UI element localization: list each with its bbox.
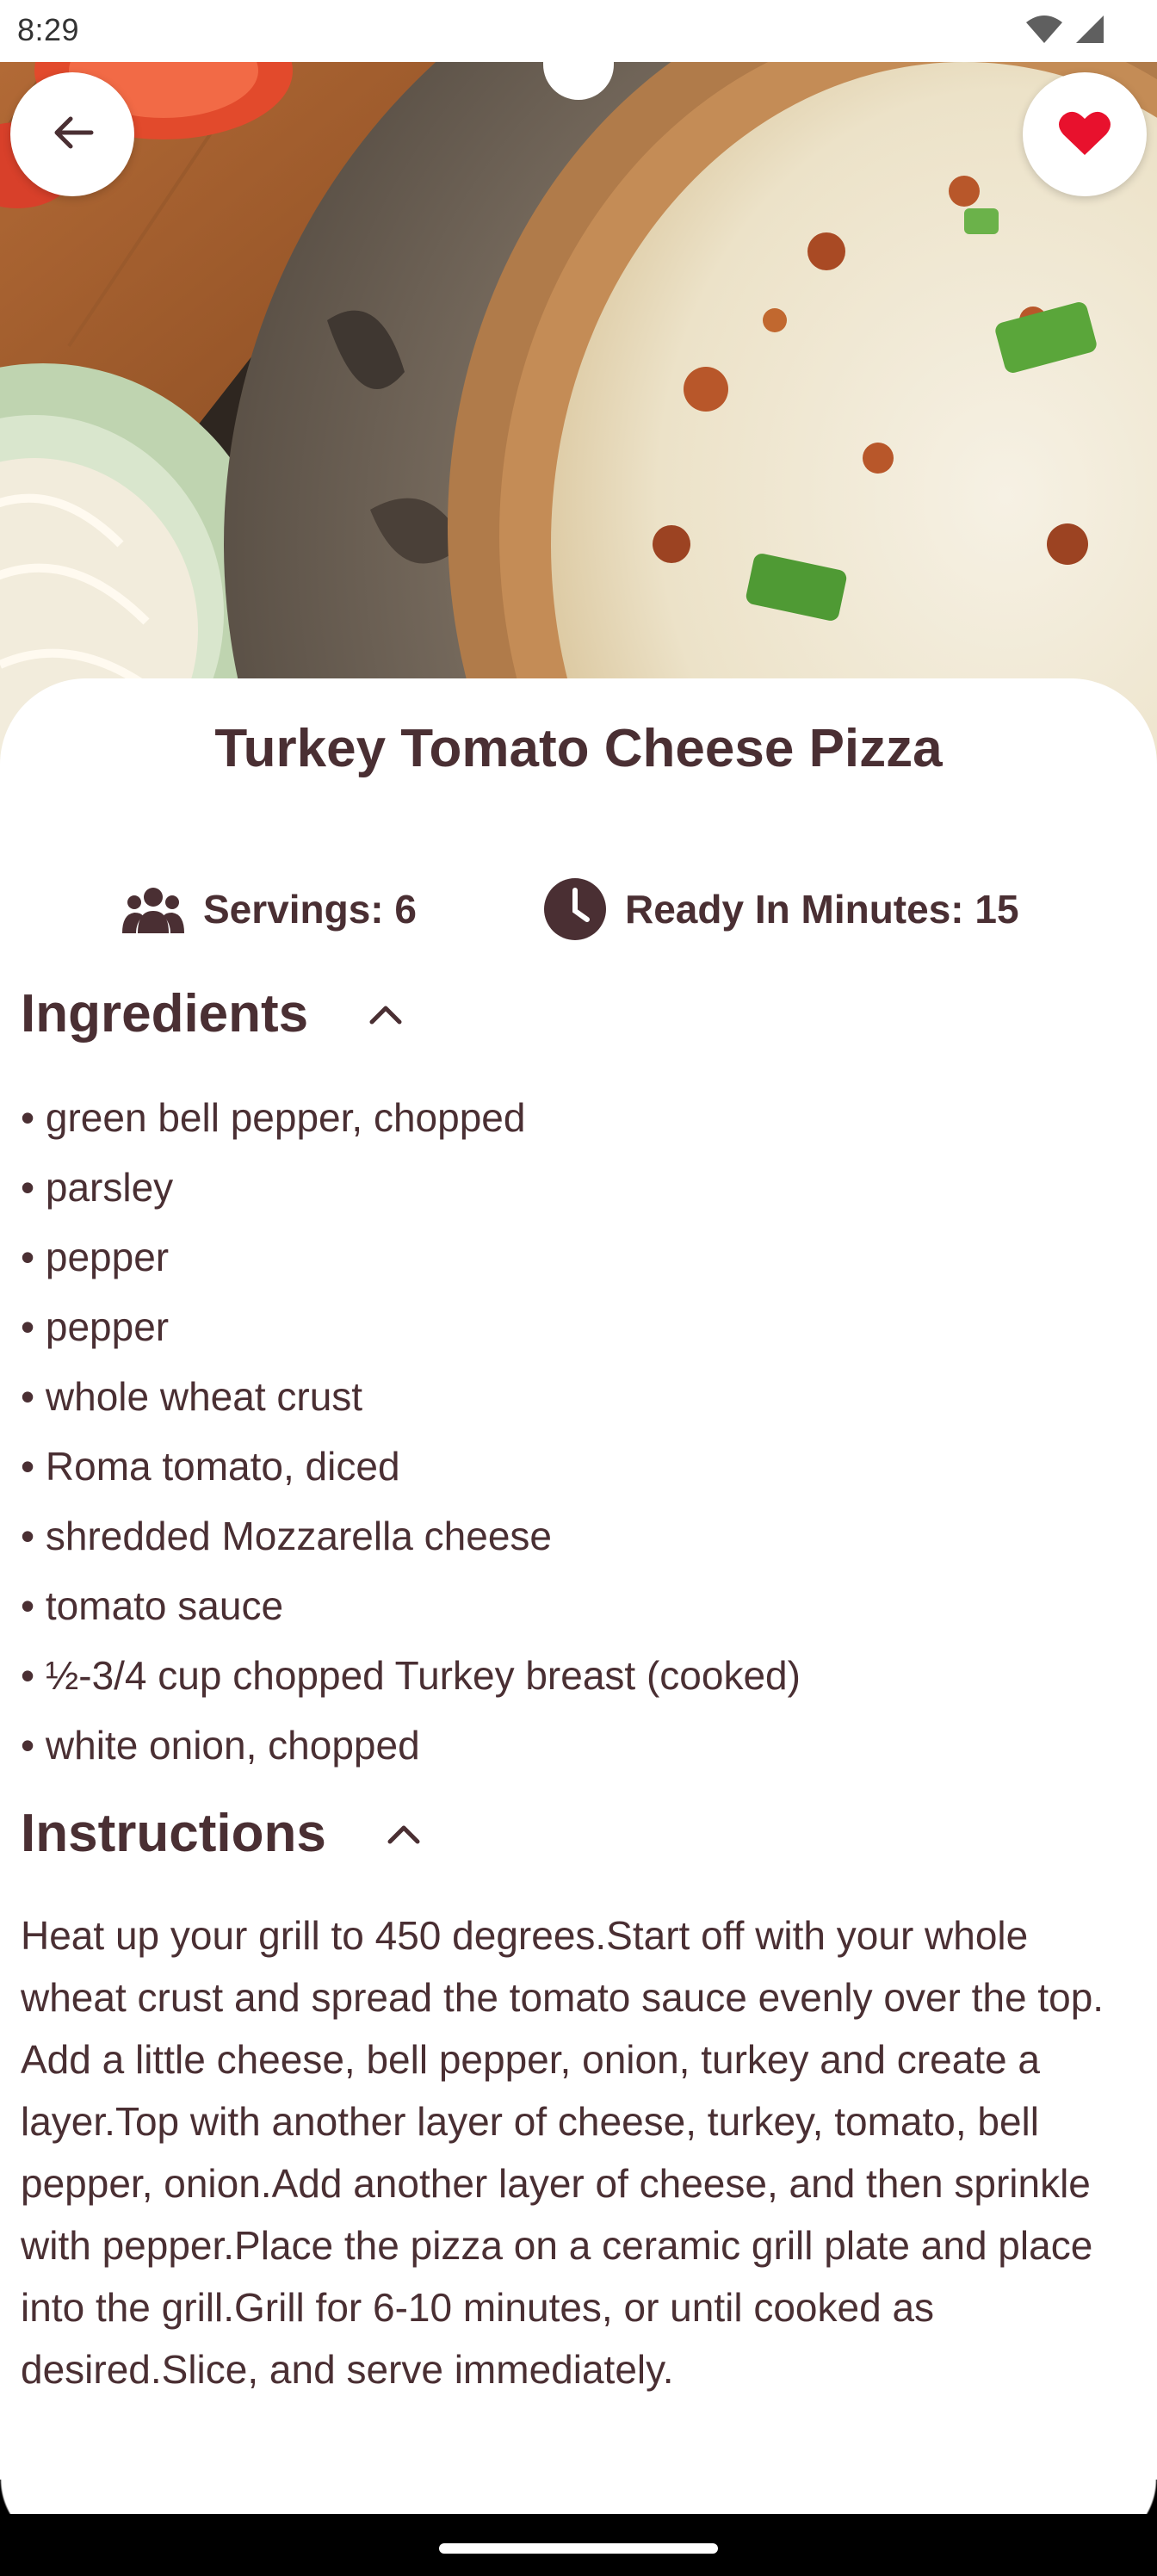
status-icons bbox=[1024, 14, 1105, 49]
instructions-header[interactable]: Instructions bbox=[21, 1803, 421, 1864]
clock-icon bbox=[544, 878, 606, 940]
ingredients-list: • green bell pepper, chopped • parsley •… bbox=[21, 1083, 801, 1780]
instructions-heading: Instructions bbox=[21, 1804, 326, 1863]
servings-info: Servings: 6 bbox=[122, 876, 417, 942]
wifi-icon bbox=[1024, 14, 1064, 49]
instructions-text: Heat up your grill to 450 degrees.Start … bbox=[21, 1913, 1104, 2392]
ingredients-header[interactable]: Ingredients bbox=[21, 983, 403, 1044]
ingredient-item: • whole wheat crust bbox=[21, 1374, 363, 1419]
ingredient-item: • tomato sauce bbox=[21, 1583, 284, 1628]
ingredient-item: • Roma tomato, diced bbox=[21, 1444, 400, 1489]
status-time: 8:29 bbox=[17, 12, 80, 47]
ingredient-item: • pepper bbox=[21, 1235, 170, 1279]
heart-icon bbox=[1058, 108, 1111, 161]
ready-time-info: Ready In Minutes: 15 bbox=[544, 876, 1019, 942]
recipe-hero-image bbox=[0, 62, 1157, 768]
ingredient-item: • pepper bbox=[21, 1304, 170, 1349]
cell-signal-icon bbox=[1074, 14, 1105, 49]
favorite-button[interactable] bbox=[1023, 72, 1147, 196]
ingredient-item: • ½-3/4 cup chopped Turkey breast (cooke… bbox=[21, 1653, 801, 1698]
arrow-left-icon bbox=[48, 108, 96, 161]
ingredient-item: • shredded Mozzarella cheese bbox=[21, 1514, 553, 1558]
recipe-detail-sheet: Turkey Tomato Cheese Pizza Servings: 6 R… bbox=[0, 678, 1157, 2576]
ready-minutes-label: Ready In Minutes: 15 bbox=[625, 887, 1019, 932]
ingredient-item: • parsley bbox=[21, 1165, 174, 1210]
chevron-up-icon[interactable] bbox=[368, 1003, 403, 1025]
ingredients-heading: Ingredients bbox=[21, 984, 309, 1043]
group-icon bbox=[122, 885, 184, 933]
ingredient-item: • white onion, chopped bbox=[21, 1723, 420, 1768]
chevron-up-icon[interactable] bbox=[387, 1823, 421, 1845]
ingredient-item: • green bell pepper, chopped bbox=[21, 1095, 526, 1140]
back-button[interactable] bbox=[10, 72, 134, 196]
home-gesture-handle[interactable] bbox=[439, 2543, 718, 2554]
servings-label: Servings: 6 bbox=[203, 887, 417, 932]
recipe-title: Turkey Tomato Cheese Pizza bbox=[214, 719, 943, 778]
